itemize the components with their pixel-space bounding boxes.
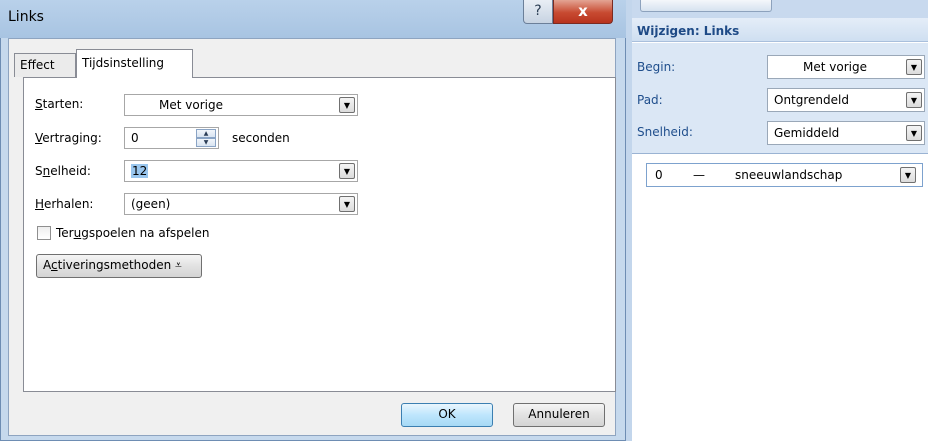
- animation-index: 0: [655, 168, 663, 182]
- pane-speed-select[interactable]: Gemiddeld ▼: [767, 121, 925, 145]
- chevron-down-icon[interactable]: ▼: [906, 92, 922, 108]
- start-label: Starten:: [35, 97, 84, 111]
- rewind-checkbox[interactable]: [37, 226, 51, 240]
- begin-label: Begin:: [637, 60, 676, 74]
- triggers-button[interactable]: Activeringsmethoden ⩡: [36, 254, 202, 278]
- chevron-down-icon[interactable]: ▼: [900, 167, 916, 183]
- pane-divider: [632, 153, 928, 154]
- tab-timing[interactable]: Tijdsinstelling: [76, 49, 193, 78]
- pane-title: Wijzigen: Links: [637, 24, 740, 38]
- pane-top-button[interactable]: [640, 0, 772, 12]
- pane-speed-label: Snelheid:: [637, 125, 693, 139]
- animation-list-item[interactable]: 0 — sneeuwlandschap ▼: [646, 163, 923, 187]
- rewind-label[interactable]: Terugspoelen na afspelen: [56, 226, 210, 240]
- chevron-down-icon[interactable]: ▼: [906, 59, 922, 75]
- start-value: Met vorige: [159, 98, 223, 112]
- delay-stepper[interactable]: 0 ▲ ▼: [124, 127, 219, 149]
- tab-effect[interactable]: Effect: [14, 53, 76, 77]
- delay-value: 0: [131, 131, 139, 145]
- path-value: Ontgrendeld: [774, 93, 849, 107]
- path-label: Pad:: [637, 93, 663, 107]
- repeat-value: (geen): [131, 197, 171, 211]
- chevron-down-icon[interactable]: ▼: [339, 97, 355, 113]
- close-button[interactable]: x: [553, 0, 613, 24]
- chevron-down-icon[interactable]: ▼: [906, 125, 922, 141]
- arrow-down-icon[interactable]: ▼: [196, 138, 216, 147]
- arrow-up-icon[interactable]: ▲: [196, 129, 216, 138]
- chevron-down-icon[interactable]: ▼: [339, 163, 355, 179]
- start-select[interactable]: Met vorige ▼: [124, 94, 358, 116]
- repeat-select[interactable]: (geen) ▼: [124, 193, 358, 215]
- begin-select[interactable]: Met vorige ▼: [767, 55, 925, 79]
- speed-select[interactable]: 12 ▼: [124, 160, 358, 182]
- repeat-label: Herhalen:: [35, 197, 94, 211]
- delay-unit: seconden: [232, 131, 290, 145]
- speed-value: 12: [131, 164, 149, 178]
- pane-speed-value: Gemiddeld: [774, 126, 840, 140]
- ok-button[interactable]: OK: [401, 403, 493, 427]
- cancel-button[interactable]: Annuleren: [513, 403, 605, 427]
- speed-label: Snelheid:: [35, 164, 91, 178]
- dialog-title: Links: [8, 9, 44, 25]
- path-select[interactable]: Ontgrendeld ▼: [767, 88, 925, 112]
- help-button[interactable]: ?: [523, 0, 553, 24]
- animation-name: sneeuwlandschap: [735, 168, 843, 182]
- delay-spin: ▲ ▼: [196, 129, 216, 147]
- begin-value: Met vorige: [803, 60, 867, 74]
- delay-label: Vertraging:: [35, 131, 102, 145]
- double-chevron-down-icon: ⩡: [175, 258, 182, 272]
- chevron-down-icon[interactable]: ▼: [339, 196, 355, 212]
- animation-dash: —: [693, 168, 705, 182]
